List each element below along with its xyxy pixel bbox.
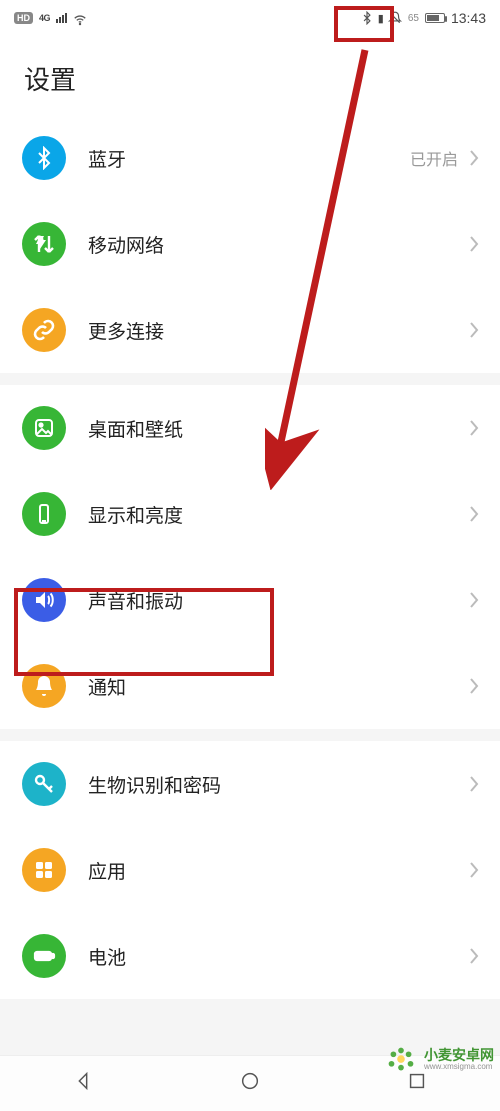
chevron-right-icon — [468, 861, 480, 879]
settings-row-sound[interactable]: 声音和振动 — [0, 557, 500, 643]
apps-icon — [22, 848, 66, 892]
row-label: 桌面和壁纸 — [88, 415, 468, 442]
settings-row-mobile-network[interactable]: 移动网络 — [0, 201, 500, 287]
section-connectivity: 蓝牙 已开启 移动网络 更多连接 — [0, 115, 500, 373]
row-label: 移动网络 — [88, 231, 468, 258]
settings-row-biometrics[interactable]: 生物识别和密码 — [0, 741, 500, 827]
row-label: 更多连接 — [88, 317, 468, 344]
hd-badge: HD — [14, 12, 33, 24]
bluetooth-status-icon — [360, 11, 374, 25]
key-icon — [22, 762, 66, 806]
notification-icon — [22, 664, 66, 708]
row-label: 应用 — [88, 857, 468, 884]
row-label: 通知 — [88, 673, 468, 700]
chevron-right-icon — [468, 677, 480, 695]
battery-percent: 65 — [408, 13, 419, 24]
row-label: 声音和振动 — [88, 587, 468, 614]
watermark-title: 小麦安卓网 — [424, 1048, 494, 1063]
settings-row-apps[interactable]: 应用 — [0, 827, 500, 913]
chevron-right-icon — [468, 419, 480, 437]
row-value: 已开启 — [410, 146, 458, 170]
status-right: ▮ 65 13:43 — [360, 10, 486, 26]
status-left: HD 4G — [14, 12, 87, 24]
watermark-logo-icon — [382, 1041, 420, 1079]
wifi-icon — [73, 13, 87, 23]
settings-row-notifications[interactable]: 通知 — [0, 643, 500, 729]
row-label: 电池 — [88, 943, 468, 970]
row-label: 显示和亮度 — [88, 501, 468, 528]
settings-row-battery[interactable]: 电池 — [0, 913, 500, 999]
chevron-right-icon — [468, 321, 480, 339]
nav-back-button[interactable] — [72, 1070, 94, 1097]
battery-icon — [22, 934, 66, 978]
mobile-network-icon — [22, 222, 66, 266]
page-header: 设置 — [0, 36, 500, 115]
dnd-icon — [388, 11, 402, 25]
settings-row-more-connections[interactable]: 更多连接 — [0, 287, 500, 373]
signal-icon — [56, 13, 67, 23]
network-4g: 4G — [39, 13, 50, 23]
battery-icon — [425, 13, 445, 23]
sound-icon — [22, 578, 66, 622]
chevron-right-icon — [468, 947, 480, 965]
bluetooth-icon — [22, 136, 66, 180]
settings-row-bluetooth[interactable]: 蓝牙 已开启 — [0, 115, 500, 201]
settings-row-wallpaper[interactable]: 桌面和壁纸 — [0, 385, 500, 471]
chevron-right-icon — [468, 149, 480, 167]
chevron-right-icon — [468, 775, 480, 793]
chevron-right-icon — [468, 591, 480, 609]
row-label: 生物识别和密码 — [88, 771, 468, 798]
settings-row-display[interactable]: 显示和亮度 — [0, 471, 500, 557]
link-icon — [22, 308, 66, 352]
wallpaper-icon — [22, 406, 66, 450]
nav-home-button[interactable] — [239, 1070, 261, 1097]
watermark: 小麦安卓网 www.xmsigma.com — [382, 1041, 494, 1079]
section-system: 生物识别和密码 应用 电池 — [0, 741, 500, 999]
battery-level-icon: ▮ — [378, 12, 384, 25]
page-title: 设置 — [24, 60, 476, 97]
display-icon — [22, 492, 66, 536]
row-label: 蓝牙 — [88, 145, 410, 172]
chevron-right-icon — [468, 505, 480, 523]
clock: 13:43 — [451, 10, 486, 26]
watermark-url: www.xmsigma.com — [424, 1063, 494, 1071]
chevron-right-icon — [468, 235, 480, 253]
section-display: 桌面和壁纸 显示和亮度 声音和振动 通知 — [0, 385, 500, 729]
status-bar: HD 4G ▮ 65 13:43 — [0, 0, 500, 36]
